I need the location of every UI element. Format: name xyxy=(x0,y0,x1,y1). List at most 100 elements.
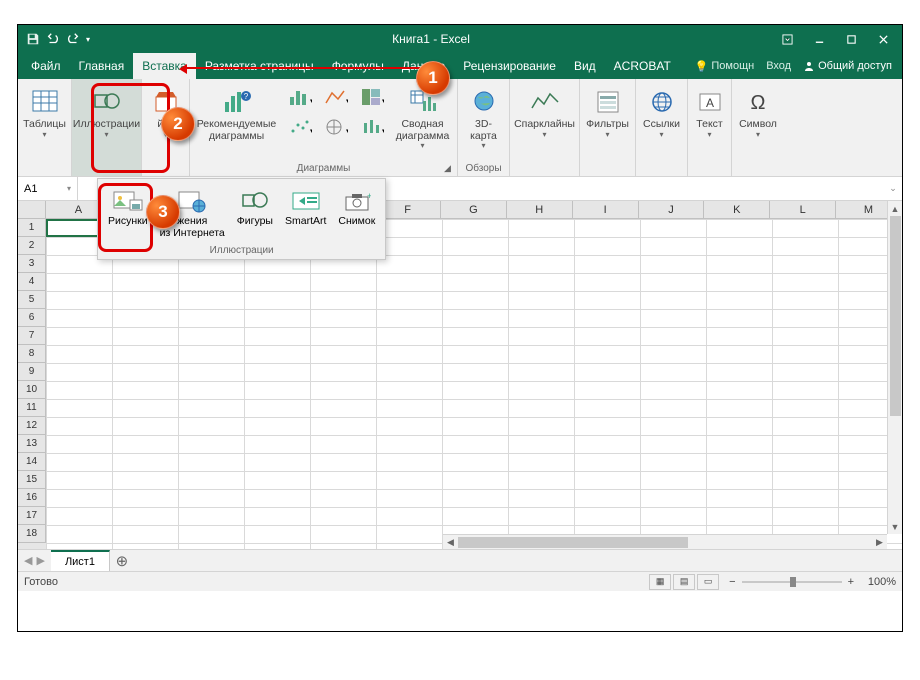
chart-scatter-button[interactable]: ▾ xyxy=(283,117,317,145)
row-header[interactable]: 9 xyxy=(18,363,46,381)
ribbon: Таблицы Иллюстрации йки ? Рекомендуемые … xyxy=(18,79,902,177)
view-page-break[interactable]: ▭ xyxy=(697,574,719,590)
tab-home[interactable]: Главная xyxy=(70,53,134,79)
col-header[interactable]: H xyxy=(507,201,573,219)
col-header[interactable]: L xyxy=(770,201,836,219)
recommended-charts-button[interactable]: ? Рекомендуемые диаграммы xyxy=(193,83,281,144)
ribbon-tabs: Файл Главная Вставка Разметка страницы Ф… xyxy=(18,53,902,79)
zoom-percent[interactable]: 100% xyxy=(860,576,896,588)
sparklines-button[interactable]: Спарклайны xyxy=(510,83,579,141)
row-header[interactable]: 17 xyxy=(18,507,46,525)
textbox-icon: A xyxy=(694,85,726,119)
chart-radar-button[interactable]: ▾ xyxy=(319,117,353,145)
charts-group-label: Диаграммы xyxy=(297,163,351,174)
tab-file[interactable]: Файл xyxy=(22,53,70,79)
row-header[interactable]: 12 xyxy=(18,417,46,435)
tab-data[interactable]: Данные xyxy=(393,53,454,79)
row-header[interactable]: 10 xyxy=(18,381,46,399)
popup-group-label: Иллюстрации xyxy=(104,245,379,256)
sign-in[interactable]: Вход xyxy=(762,60,795,72)
sheet-tab[interactable]: Лист1 xyxy=(51,550,110,571)
svg-text:▾: ▾ xyxy=(382,98,384,105)
3d-map-button[interactable]: 3D- карта xyxy=(464,83,504,153)
pivot-chart-icon xyxy=(407,85,439,119)
name-box[interactable]: A1▾ xyxy=(18,177,78,200)
tab-formulas[interactable]: Формулы xyxy=(323,53,393,79)
tell-me[interactable]: 💡Помощн xyxy=(691,60,759,73)
svg-text:+: + xyxy=(367,191,371,201)
sheet-nav-prev[interactable]: ◀ xyxy=(24,554,32,567)
filters-button[interactable]: Фильтры xyxy=(582,83,633,141)
tours-group-label: Обзоры xyxy=(465,163,501,174)
row-header[interactable]: 2 xyxy=(18,237,46,255)
table-icon xyxy=(29,85,61,119)
tab-view[interactable]: Вид xyxy=(565,53,605,79)
svg-text:▾: ▾ xyxy=(310,128,312,135)
row-header[interactable]: 8 xyxy=(18,345,46,363)
save-icon[interactable] xyxy=(26,32,40,46)
smartart-icon xyxy=(289,186,323,216)
shapes-button[interactable]: Фигуры xyxy=(233,183,277,242)
links-button[interactable]: Ссылки xyxy=(639,83,684,141)
row-header[interactable]: 5 xyxy=(18,291,46,309)
row-header[interactable]: 14 xyxy=(18,453,46,471)
tables-button[interactable]: Таблицы xyxy=(19,83,70,141)
charts-dialog-launcher[interactable]: ◢ xyxy=(444,163,454,173)
vertical-scrollbar[interactable]: ▲▼ xyxy=(887,201,902,534)
illustrations-button[interactable]: Иллюстрации xyxy=(69,83,144,141)
col-header[interactable]: I xyxy=(573,201,639,219)
screenshot-button[interactable]: + Снимок xyxy=(334,183,379,242)
pivot-chart-button[interactable]: Сводная диаграмма xyxy=(391,83,455,153)
tab-review[interactable]: Рецензирование xyxy=(454,53,565,79)
online-pictures-button[interactable]: жения из Интернета xyxy=(156,183,229,242)
row-header[interactable]: 13 xyxy=(18,435,46,453)
row-header[interactable]: 7 xyxy=(18,327,46,345)
ribbon-display-icon[interactable] xyxy=(772,25,802,53)
window-title: Книга1 - Excel xyxy=(90,32,772,46)
select-all-corner[interactable] xyxy=(18,201,46,219)
chart-line-button[interactable]: ▾ xyxy=(319,87,353,115)
cells-area[interactable] xyxy=(46,219,902,549)
row-header[interactable]: 11 xyxy=(18,399,46,417)
chart-stock-button[interactable]: ▾ xyxy=(355,117,389,145)
redo-icon[interactable] xyxy=(66,32,80,46)
view-normal[interactable]: ▦ xyxy=(649,574,671,590)
text-button[interactable]: A Текст xyxy=(690,83,730,141)
share-button[interactable]: Общий доступ xyxy=(799,60,896,72)
illustrations-popup: Рисунки жения из Интернета Фигуры SmartA… xyxy=(97,178,386,260)
maximize-button[interactable] xyxy=(836,25,866,53)
col-header[interactable]: J xyxy=(639,201,705,219)
sparkline-icon xyxy=(529,85,561,119)
zoom-in[interactable]: + xyxy=(848,576,854,588)
zoom-slider[interactable] xyxy=(742,581,842,583)
row-header[interactable]: 18 xyxy=(18,525,46,543)
col-header[interactable]: G xyxy=(441,201,507,219)
close-button[interactable] xyxy=(868,25,898,53)
smartart-button[interactable]: SmartArt xyxy=(281,183,330,242)
addins-button[interactable]: йки xyxy=(146,83,186,141)
symbols-button[interactable]: Ω Символ xyxy=(735,83,781,141)
chart-treemap-button[interactable]: ▾ xyxy=(355,87,389,115)
undo-icon[interactable] xyxy=(46,32,60,46)
sheet-tabs: ◀ ▶ Лист1 ⊕ xyxy=(18,549,902,571)
col-header[interactable]: K xyxy=(704,201,770,219)
row-header[interactable]: 3 xyxy=(18,255,46,273)
row-header[interactable]: 4 xyxy=(18,273,46,291)
tab-acrobat[interactable]: ACROBAT xyxy=(605,53,680,79)
hyperlink-icon xyxy=(646,85,678,119)
sheet-nav-next[interactable]: ▶ xyxy=(36,554,44,567)
formula-bar-expand[interactable]: ⌄ xyxy=(884,177,902,200)
row-header[interactable]: 15 xyxy=(18,471,46,489)
zoom-out[interactable]: − xyxy=(729,576,735,588)
row-headers: 1 2 3 4 5 6 7 8 9 10 11 12 13 14 15 16 1… xyxy=(18,219,46,549)
row-header[interactable]: 16 xyxy=(18,489,46,507)
horizontal-scrollbar[interactable]: ◀▶ xyxy=(443,534,887,549)
minimize-button[interactable] xyxy=(804,25,834,53)
pictures-button[interactable]: Рисунки xyxy=(104,183,152,242)
row-header[interactable]: 1 xyxy=(18,219,46,237)
add-sheet-button[interactable]: ⊕ xyxy=(110,550,134,571)
view-page-layout[interactable]: ▤ xyxy=(673,574,695,590)
chart-bar-button[interactable]: ▾ xyxy=(283,87,317,115)
tab-page-layout[interactable]: Разметка страницы xyxy=(196,53,323,79)
row-header[interactable]: 6 xyxy=(18,309,46,327)
